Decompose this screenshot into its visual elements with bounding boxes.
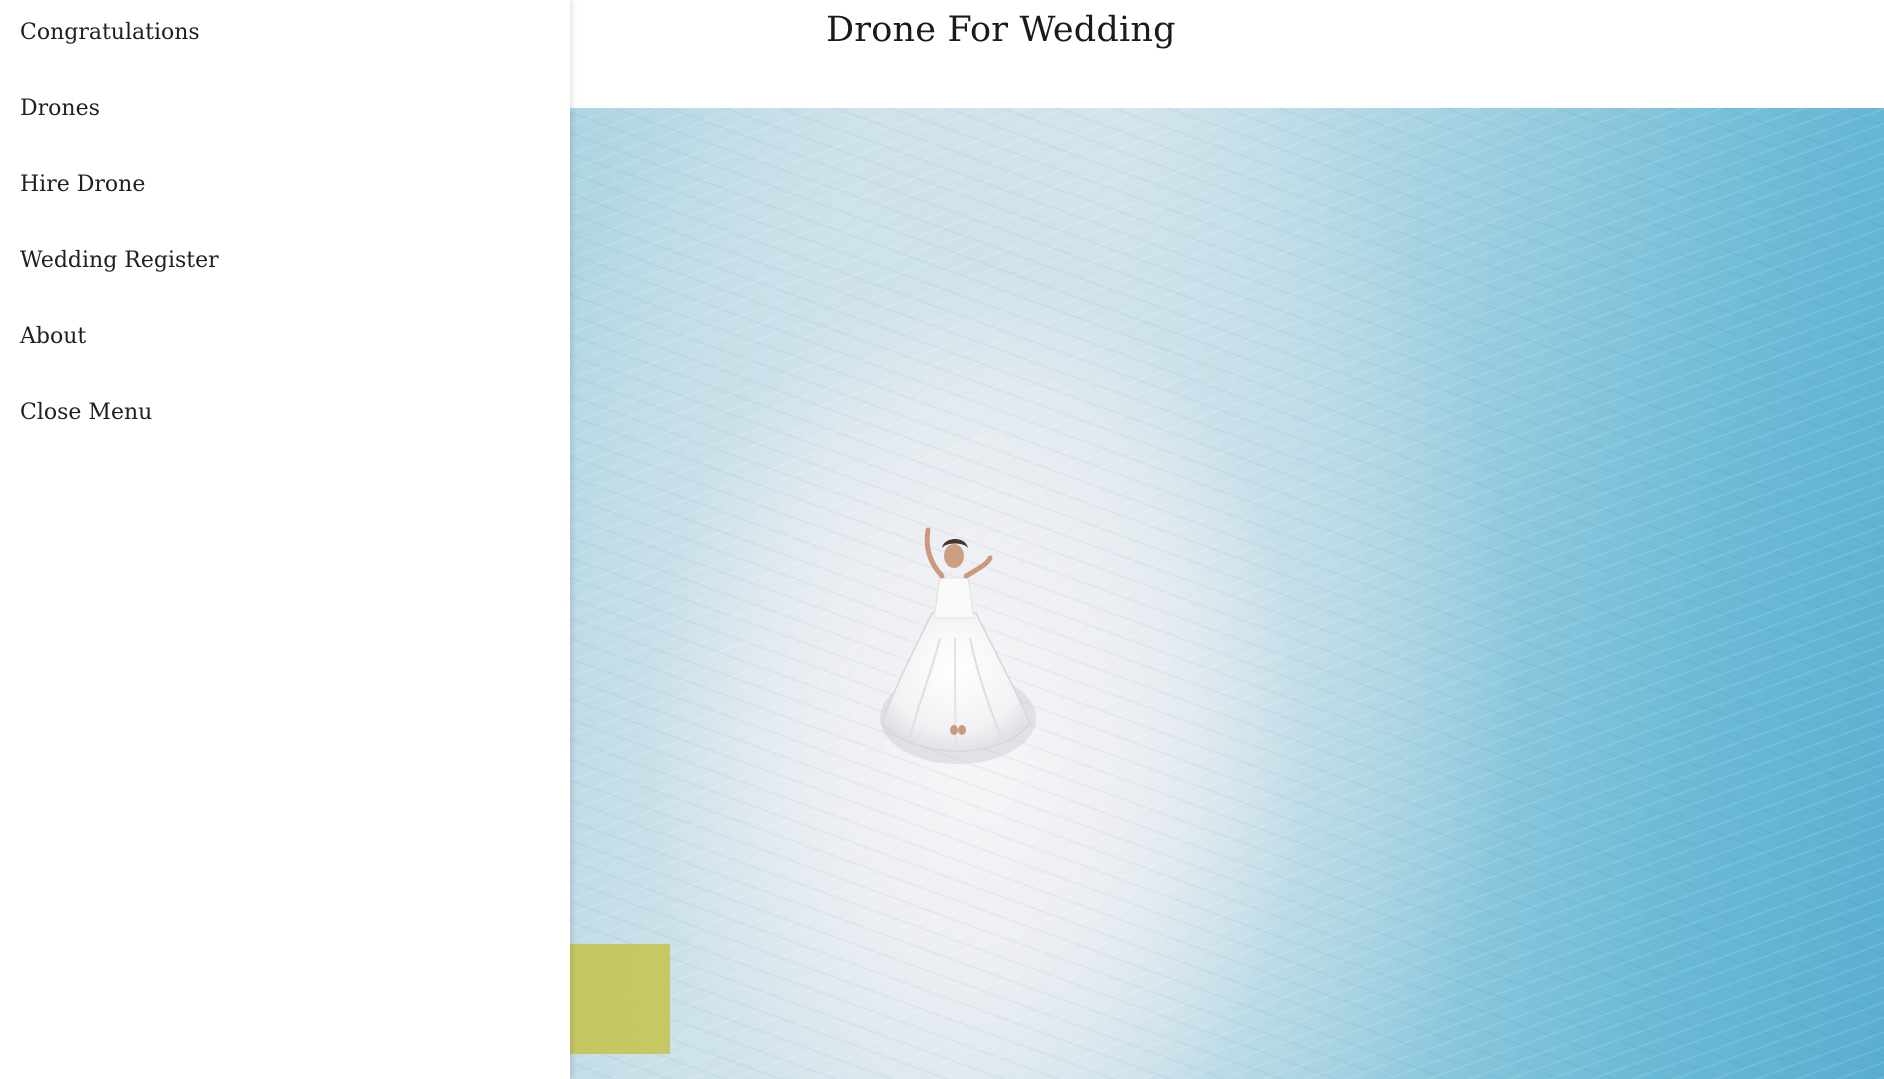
bride-figure <box>880 527 1036 764</box>
menu-item-close-menu[interactable]: Close Menu <box>20 400 152 425</box>
menu-item-congratulations[interactable]: Congratulations <box>20 20 200 45</box>
menu-item-wedding-register[interactable]: Wedding Register <box>20 248 219 273</box>
menu-item-drones[interactable]: Drones <box>20 96 100 121</box>
side-menu: Congratulations Drones Hire Drone Weddin… <box>0 0 570 1079</box>
menu-item-about[interactable]: About <box>20 324 86 349</box>
page: Drone For Wedding Congratulations Drones… <box>0 0 1884 1079</box>
page-title: Drone For Wedding <box>826 10 1176 50</box>
menu-item-hire-drone[interactable]: Hire Drone <box>20 172 145 197</box>
